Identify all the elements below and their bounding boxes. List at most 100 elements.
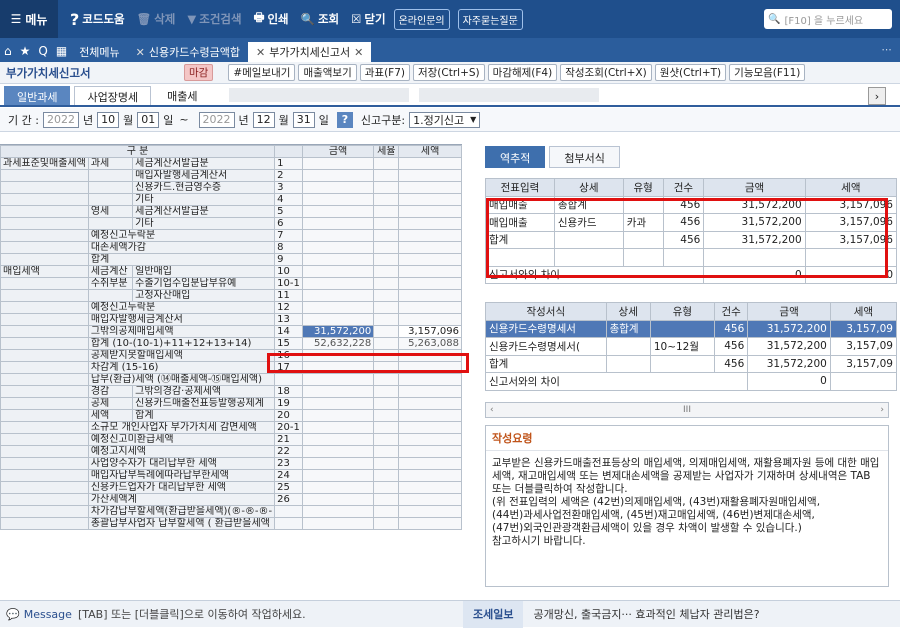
row-number: 24: [274, 469, 303, 482]
grid-cell: 합계: [485, 354, 607, 373]
grid-row[interactable]: 총괄납부사업자 납부할세액 ( 환급받을세액: [0, 517, 462, 530]
header-no: [274, 145, 303, 158]
column-header: 전표입력: [485, 178, 555, 197]
grid-row[interactable]: 과세표준및매출세액 과세 세금계산서발급분 1: [0, 157, 462, 170]
column-header: 상세: [553, 178, 624, 197]
tab-general-tax[interactable]: 일반과세: [4, 86, 71, 105]
grid-row[interactable]: 신용카드수령명세서 총합계 456 31,572,200 3,157,09: [485, 319, 898, 338]
close-button[interactable]: ☒ 닫기: [351, 11, 385, 27]
grid-row[interactable]: 세액 합계 20: [0, 409, 462, 422]
grid-row[interactable]: 차가감납부할세액(환급받을세액)(®-®-®-: [0, 505, 462, 518]
tab-sales-tax[interactable]: 매출세: [155, 86, 209, 105]
end-year-field[interactable]: 2022: [198, 111, 235, 128]
grid-row[interactable]: 고정자산매입 11: [0, 289, 462, 302]
search-input[interactable]: 🔍 [F10] 을 누르세요: [764, 9, 892, 29]
query-button[interactable]: 🔍 조회: [301, 11, 340, 27]
grid-row[interactable]: 예정신고누락분 7: [0, 229, 462, 242]
help-icon[interactable]: ?: [336, 111, 353, 128]
more-icon[interactable]: ⋯: [882, 44, 893, 56]
group-cell: 과세표준및매출세액: [0, 157, 89, 170]
grid-icon[interactable]: ▦: [56, 44, 67, 58]
functions-button[interactable]: 기능모음(F11): [729, 64, 806, 81]
history-button[interactable]: 작성조회(Ctrl+X): [560, 64, 652, 81]
grid-row[interactable]: 기타 4: [0, 193, 462, 206]
grid-row[interactable]: 영세 세금계산서발급분 5: [0, 205, 462, 218]
help-button[interactable]: ? 코드도움: [70, 10, 125, 29]
faq-button[interactable]: 자주묻는질문: [457, 8, 523, 30]
close-tab-icon[interactable]: ✕: [354, 46, 363, 59]
grid-row[interactable]: 경감 그밖의경감·공제세액 18: [0, 385, 462, 398]
condition-search-button[interactable]: ▼ 조건검색: [187, 11, 241, 27]
oneshot-button[interactable]: 원샷(Ctrl+T): [654, 64, 727, 81]
grid-row[interactable]: 예정신고미환급세액 21: [0, 433, 462, 446]
grid-row[interactable]: 그밖의공제매입세액 14 31,572,200 3,157,096: [0, 325, 462, 338]
rate-cell: [373, 253, 400, 266]
grid-cell: 31,572,200: [747, 354, 831, 373]
rate-cell: [373, 517, 400, 530]
menu-button[interactable]: ☰ 메뉴: [0, 0, 58, 38]
grid-row[interactable]: 사업양수자가 대리납부한 세액 23: [0, 457, 462, 470]
start-month-field[interactable]: 10: [97, 111, 120, 128]
end-month-field[interactable]: 12: [252, 111, 275, 128]
home-icon[interactable]: ⌂: [4, 44, 12, 58]
print-button[interactable]: 🖶 인쇄: [254, 10, 289, 29]
grid-row[interactable]: 합계 9: [0, 253, 462, 266]
email-button[interactable]: #메일보내기: [228, 64, 296, 81]
scroll-thumb[interactable]: III: [683, 405, 691, 415]
tab-attachments[interactable]: 첨부서식: [549, 146, 620, 168]
close-tab-icon[interactable]: ✕: [256, 46, 265, 59]
grid-row[interactable]: 예정신고누락분 12: [0, 301, 462, 314]
amount-cell: [301, 301, 375, 314]
tab-vat-return[interactable]: ✕ 부가가치세신고서 ✕: [247, 42, 372, 62]
tax-cell: [398, 217, 462, 230]
search-icon[interactable]: Q: [38, 44, 47, 58]
close-tab-icon[interactable]: ✕: [136, 46, 145, 59]
grid-cell: 456: [714, 319, 749, 338]
tab-all-menu[interactable]: 전체메뉴: [71, 42, 127, 62]
grid-row[interactable]: 가산세액계 26: [0, 493, 462, 506]
grid-row[interactable]: 기타 6: [0, 217, 462, 230]
chevron-right-icon[interactable]: ›: [868, 87, 886, 105]
tab-reverse-trace[interactable]: 역추적: [485, 146, 546, 168]
row-label: 합계 (10-(10-1)+11+12+13+14): [87, 337, 276, 350]
star-icon[interactable]: ★: [20, 44, 31, 58]
grid-row[interactable]: 수취부분 수출기업수입분납부유예 10-1: [0, 277, 462, 290]
day-unit: 일: [163, 113, 174, 127]
chevron-right-icon[interactable]: ›: [880, 405, 884, 415]
tab-business-detail[interactable]: 사업장명세: [74, 86, 152, 105]
save-button[interactable]: 저장(Ctrl+S): [412, 64, 485, 81]
horizontal-scrollbar[interactable]: ‹ III ›: [485, 402, 889, 418]
unlock-deadline-button[interactable]: 마감해제(F4): [487, 64, 558, 81]
chevron-left-icon[interactable]: ‹: [490, 405, 494, 415]
grid-row[interactable]: 매입자발행세금계산서 2: [0, 169, 462, 182]
grid-row[interactable]: 매입자납부특례에따라납부한세액 24: [0, 469, 462, 482]
grid-row[interactable]: 신용카드수령명세서(10~12월 456 31,572,200 3,157,09: [485, 337, 898, 356]
grid-row[interactable]: 납부(환급)세액 (⑭매출세액-⑮매입세액): [0, 373, 462, 386]
report-type-select[interactable]: 1.정기신고 ▼: [409, 111, 481, 128]
grid-row[interactable]: 신용카드.현금영수증 3: [0, 181, 462, 194]
grid-row[interactable]: 대손세액가감 8: [0, 241, 462, 254]
tax-base-button[interactable]: 과표(F7): [359, 64, 410, 81]
grid-row[interactable]: 신용카드업자가 대리납부한 세액 25: [0, 481, 462, 494]
online-inquiry-button[interactable]: 온라인문의: [393, 8, 450, 30]
grid-row[interactable]: 예정고지세액 22: [0, 445, 462, 458]
news-ticker[interactable]: 공개망신, 출국금지··· 효과적인 체납자 관리법은?: [533, 606, 759, 622]
delete-button[interactable]: 🗑 삭제: [137, 11, 176, 27]
tab-credit-card[interactable]: ✕ 신용카드수령금액합: [128, 42, 248, 62]
column-header: 유형: [649, 302, 716, 321]
group-cell: [0, 481, 89, 494]
start-year-field[interactable]: 2022: [42, 111, 79, 128]
grid-row[interactable]: 공제 신용카드매출전표등발행공제계 19: [0, 397, 462, 410]
tax-cell: [398, 445, 462, 458]
grid-row[interactable]: 매입자발행세금계산서 13: [0, 313, 462, 326]
grid-row[interactable]: 매입세액 세금계산 일반매입 10: [0, 265, 462, 278]
row-label-b: 세금계산서발급분: [132, 157, 276, 170]
grid-row[interactable]: 합계 (10-(10-1)+11+12+13+14) 15 52,632,228 5,…: [0, 337, 462, 350]
end-day-field[interactable]: 31: [292, 111, 315, 128]
row-number: 19: [274, 397, 303, 410]
grid-row[interactable]: 합계 456 31,572,200 3,157,09: [485, 354, 898, 373]
grid-row[interactable]: 소규모 개인사업자 부가가치세 감면세액 20-1: [0, 421, 462, 434]
sales-view-button[interactable]: 매출액보기: [298, 64, 357, 81]
start-day-field[interactable]: 01: [137, 111, 160, 128]
column-header: 세액: [829, 302, 898, 321]
